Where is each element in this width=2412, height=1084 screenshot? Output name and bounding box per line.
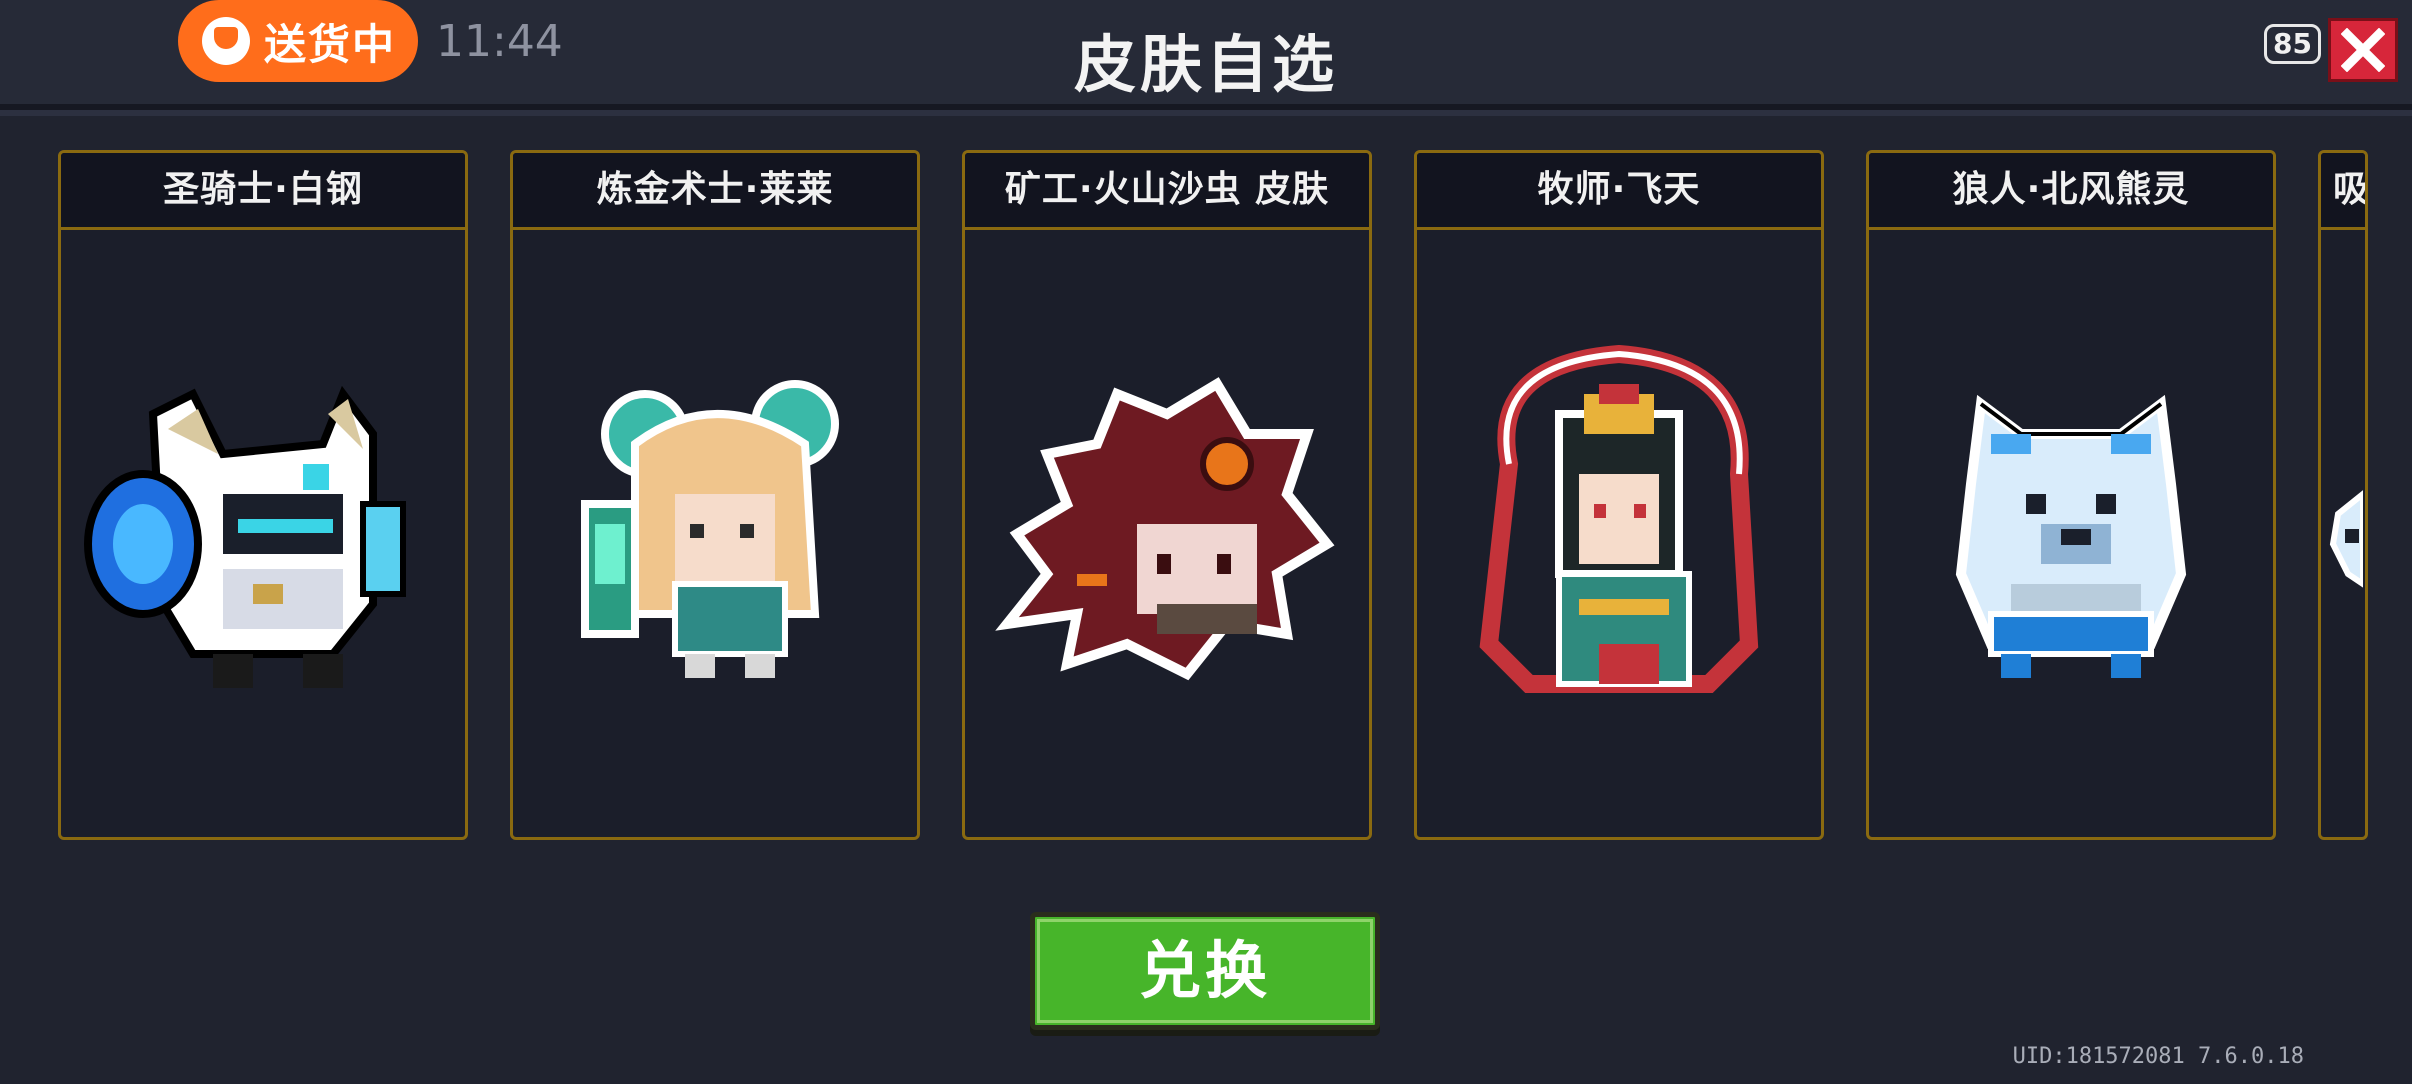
skin-card-paladin[interactable]: 圣骑士·白钢 [58,150,468,840]
fps-badge: 85 [2264,24,2321,64]
werewolf-skin-sprite [1869,230,2273,837]
skin-card-label: 牧师·飞天 [1417,153,1821,230]
skin-card-label: 炼金术士·莱莱 [513,153,917,230]
skin-card-partial[interactable]: 吸 [2318,150,2368,840]
skin-card-label: 圣骑士·白钢 [61,153,465,230]
skin-card-priest[interactable]: 牧师·飞天 [1414,150,1824,840]
delivery-icon [202,17,250,65]
delivery-status-pill[interactable]: 送货中 [178,0,418,82]
delivery-status-label: 送货中 [264,19,397,69]
skin-card-alchemist[interactable]: 炼金术士·莱莱 [510,150,920,840]
miner-skin-sprite [965,230,1369,837]
uid-version-label: UID:181572081 7.6.0.18 [2012,1044,2304,1069]
skin-card-label: 吸 [2321,153,2365,230]
priest-skin-sprite [1417,230,1821,837]
partial-skin-sprite [2321,230,2365,837]
redeem-button[interactable]: 兑换 [1030,912,1380,1030]
skin-card-miner[interactable]: 矿工·火山沙虫 皮肤 [962,150,1372,840]
paladin-skin-sprite [61,230,465,837]
clock: 11:44 [436,16,563,67]
close-button[interactable] [2328,18,2398,82]
alchemist-skin-sprite [513,230,917,837]
skin-card-label: 矿工·火山沙虫 皮肤 [965,153,1369,230]
skin-select-screen: 皮肤自选 送货中 11:44 85 圣骑士·白钢 炼金术士·莱莱 矿工·火山沙虫… [0,0,2412,1084]
skin-card-label: 狼人·北风熊灵 [1869,153,2273,230]
close-icon [2341,28,2385,72]
skin-card-werewolf[interactable]: 狼人·北风熊灵 [1866,150,2276,840]
